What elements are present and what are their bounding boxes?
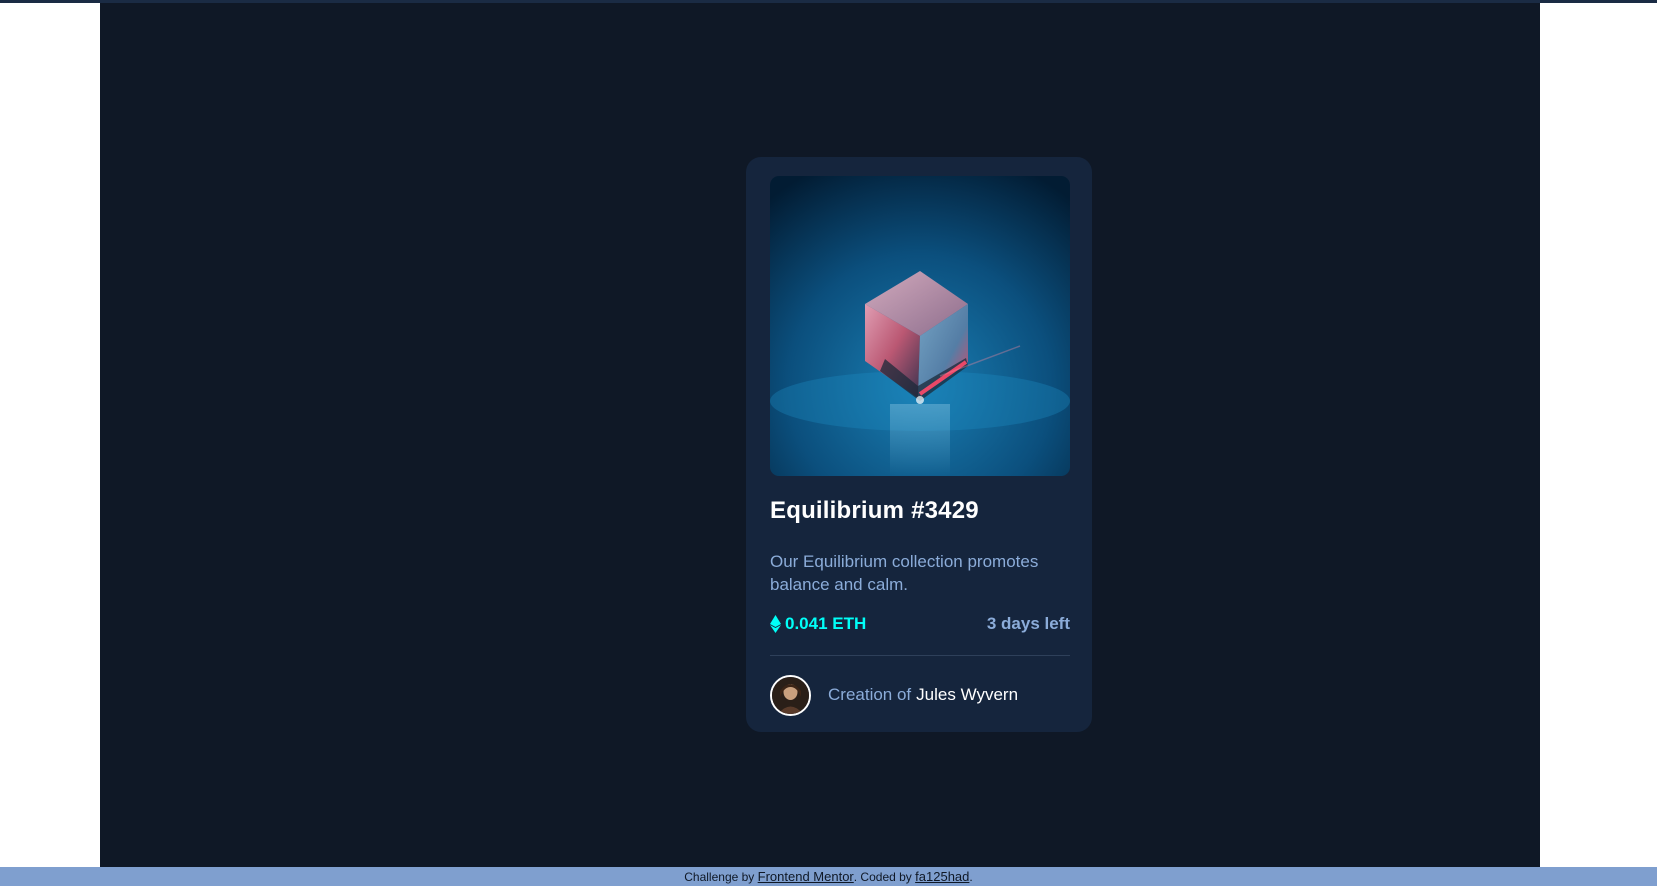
main-area: Equilibrium #3429 Our Equilibrium collec…	[100, 3, 1540, 867]
nft-title[interactable]: Equilibrium #3429	[770, 497, 979, 525]
footer-suffix: .	[969, 870, 973, 884]
footer-prefix: Challenge by	[684, 870, 755, 884]
avatar-portrait	[772, 676, 809, 714]
nft-image[interactable]	[770, 176, 1070, 476]
time-left: 3 days left	[986, 614, 1070, 633]
attribution-footer: Challenge by Frontend Mentor. Coded by f…	[0, 867, 1657, 886]
price-row: 0.041 ETH 3 days left	[770, 614, 1070, 638]
footer-middle: . Coded by	[853, 870, 912, 884]
creation-label: Creation of	[828, 685, 912, 704]
price: 0.041 ETH	[770, 614, 866, 634]
nft-description: Our Equilibrium collection promotes bala…	[770, 552, 1039, 594]
avatar	[770, 674, 811, 716]
creator-row: Creation of Jules Wyvern	[770, 674, 1070, 716]
divider	[770, 655, 1070, 656]
frontend-mentor-link[interactable]: Frontend Mentor	[758, 869, 854, 884]
coder-link[interactable]: fa125had	[915, 869, 969, 884]
ethereum-icon	[770, 615, 781, 633]
price-value: 0.041 ETH	[785, 614, 867, 633]
creator-name[interactable]: Jules Wyvern	[916, 685, 1018, 705]
nft-card: Equilibrium #3429 Our Equilibrium collec…	[746, 157, 1092, 732]
cube-image	[770, 176, 1070, 476]
